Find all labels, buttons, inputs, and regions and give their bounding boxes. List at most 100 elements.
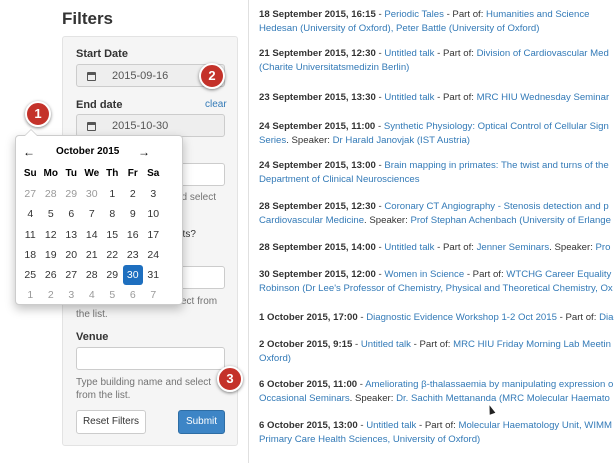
- event-series-link[interactable]: Molecular Haematology Unit, WIMM: [458, 420, 612, 431]
- calendar-day[interactable]: 27: [61, 265, 82, 285]
- calendar-day[interactable]: 16: [123, 225, 144, 245]
- calendar-day[interactable]: 23: [123, 245, 144, 265]
- event-title-link[interactable]: Ameliorating β-thalassaemia by manipulat…: [365, 379, 613, 390]
- event-item: 24 September 2015, 13:00 - Brain mapping…: [259, 159, 614, 187]
- calendar-day[interactable]: 14: [82, 225, 103, 245]
- event-series-link[interactable]: WTCHG Career Equality: [506, 269, 611, 280]
- event-title-link[interactable]: Untitled talk: [366, 420, 416, 431]
- calendar-day-selected[interactable]: 30: [122, 264, 143, 286]
- calendar-day[interactable]: 29: [102, 265, 123, 285]
- calendar-day[interactable]: 5: [41, 204, 62, 224]
- event-item: 24 September 2015, 11:00 - Synthetic Phy…: [259, 120, 614, 148]
- calendar-day[interactable]: 6: [123, 285, 144, 305]
- prev-month-arrow-icon[interactable]: ←: [23, 145, 35, 159]
- calendar-day[interactable]: 9: [123, 204, 144, 224]
- calendar-day[interactable]: 28: [82, 265, 103, 285]
- event-speaker-label: . Speaker:: [349, 393, 397, 404]
- event-title-link[interactable]: Untitled talk: [384, 242, 434, 253]
- calendar-day[interactable]: 7: [82, 204, 103, 224]
- event-title-link[interactable]: Diagnostic Evidence Workshop 1-2 Oct 201…: [366, 312, 557, 323]
- calendar-day[interactable]: 19: [41, 245, 62, 265]
- event-partof-label: - Part of:: [434, 48, 477, 59]
- event-speaker-link[interactable]: Dr. Sachith Mettananda (MRC Molecular Ha…: [396, 393, 610, 404]
- event-detail-link[interactable]: Department of Clinical Neurosciences: [259, 174, 420, 185]
- event-detail-link[interactable]: (Charite Universitatsmedizin Berlin): [259, 62, 409, 73]
- calendar-day[interactable]: 11: [20, 225, 41, 245]
- event-title-link[interactable]: Brain mapping in primates: The twist and…: [384, 160, 608, 171]
- calendar-day[interactable]: 30: [82, 184, 103, 204]
- event-title-link[interactable]: Synthetic Physiology: Optical Control of…: [384, 121, 609, 132]
- calendar-day[interactable]: 2: [41, 285, 62, 305]
- calendar-day[interactable]: 4: [20, 204, 41, 224]
- calendar-day[interactable]: 8: [102, 204, 123, 224]
- calendar-day[interactable]: 24: [143, 245, 164, 265]
- calendar-day[interactable]: 1: [102, 184, 123, 204]
- event-detail-link[interactable]: Hedesan (University of Oxford), Peter Ba…: [259, 23, 539, 34]
- event-detail-link[interactable]: Robinson (Dr Lee's Professor of Chemistr…: [259, 283, 613, 294]
- event-series-link[interactable]: Humanities and Science: [486, 9, 589, 20]
- end-date-value: 2015-10-30: [112, 120, 169, 132]
- event-title-link[interactable]: Untitled talk: [384, 48, 434, 59]
- calendar-day[interactable]: 4: [82, 285, 103, 305]
- event-dash: -: [357, 379, 366, 390]
- end-date-input[interactable]: 2015-10-30: [76, 114, 225, 137]
- calendar-day[interactable]: 7: [143, 285, 164, 305]
- calendar-day[interactable]: 26: [41, 265, 62, 285]
- event-item: 1 October 2015, 17:00 - Diagnostic Evide…: [259, 311, 614, 325]
- weekday-header: Su: [23, 168, 37, 179]
- calendar-day[interactable]: 21: [82, 245, 103, 265]
- calendar-day[interactable]: 22: [102, 245, 123, 265]
- event-date: 18 September 2015, 16:15: [259, 9, 376, 20]
- event-series-link[interactable]: MRC HIU Wednesday Seminar: [477, 92, 610, 103]
- event-partof-label: - Part of:: [416, 420, 459, 431]
- event-detail-link[interactable]: Oxford): [259, 353, 291, 364]
- event-dash: -: [357, 420, 367, 431]
- calendar-day[interactable]: 27: [20, 184, 41, 204]
- submit-button[interactable]: Submit: [178, 410, 225, 434]
- event-series-link[interactable]: Jenner Seminars: [477, 242, 550, 253]
- calendar-day[interactable]: 12: [41, 225, 62, 245]
- calendar-day[interactable]: 15: [102, 225, 123, 245]
- calendar-day[interactable]: 18: [20, 245, 41, 265]
- venue-input[interactable]: [76, 347, 225, 370]
- event-series-link[interactable]: MRC HIU Friday Morning Lab Meetin: [453, 339, 611, 350]
- calendar-day[interactable]: 6: [61, 204, 82, 224]
- reset-filters-button[interactable]: Reset Filters: [76, 410, 146, 434]
- event-series-link[interactable]: Occasional Seminars: [259, 393, 350, 404]
- event-title-link[interactable]: Coronary CT Angiography - Stenosis detec…: [384, 201, 608, 212]
- event-series-link[interactable]: Cardiovascular Medicine: [259, 215, 364, 226]
- event-partof-label: - Part of:: [434, 92, 477, 103]
- event-title-link[interactable]: Untitled talk: [361, 339, 411, 350]
- calendar-day[interactable]: 3: [143, 184, 164, 204]
- event-speaker-link[interactable]: Dr Harald Janovjak (IST Austria): [333, 135, 470, 146]
- weekday-header: We: [84, 168, 100, 179]
- event-series-link[interactable]: Division of Cardiovascular Med: [477, 48, 609, 59]
- calendar-day[interactable]: 10: [143, 204, 164, 224]
- clear-date-link[interactable]: clear: [205, 99, 227, 110]
- start-date-value: 2015-09-16: [112, 70, 169, 82]
- event-speaker-link[interactable]: Pro: [596, 242, 611, 253]
- calendar-month-title[interactable]: October 2015: [56, 146, 119, 157]
- event-series-link[interactable]: Diagnostic Ev: [599, 312, 614, 323]
- calendar-day[interactable]: 3: [61, 285, 82, 305]
- calendar-day[interactable]: 25: [20, 265, 41, 285]
- event-speaker-link[interactable]: Prof Stephan Achenbach (University of Er…: [410, 215, 611, 226]
- event-series-link[interactable]: Series: [259, 135, 286, 146]
- event-detail-link[interactable]: Primary Care Health Sciences, University…: [259, 434, 480, 445]
- next-month-arrow-icon[interactable]: →: [138, 145, 150, 159]
- calendar-day[interactable]: 2: [123, 184, 144, 204]
- calendar-day[interactable]: 28: [41, 184, 62, 204]
- event-title-link[interactable]: Periodic Tales: [384, 9, 444, 20]
- event-item: 2 October 2015, 9:15 - Untitled talk - P…: [259, 338, 614, 366]
- event-title-link[interactable]: Untitled talk: [384, 92, 434, 103]
- calendar-day[interactable]: 29: [61, 184, 82, 204]
- event-date: 6 October 2015, 11:00: [259, 379, 358, 390]
- calendar-day[interactable]: 31: [143, 265, 164, 285]
- calendar-day[interactable]: 13: [61, 225, 82, 245]
- calendar-day[interactable]: 17: [143, 225, 164, 245]
- event-dash: -: [357, 312, 367, 323]
- calendar-day[interactable]: 20: [61, 245, 82, 265]
- calendar-day[interactable]: 1: [20, 285, 41, 305]
- event-title-link[interactable]: Women in Science: [384, 269, 464, 280]
- calendar-day[interactable]: 5: [102, 285, 123, 305]
